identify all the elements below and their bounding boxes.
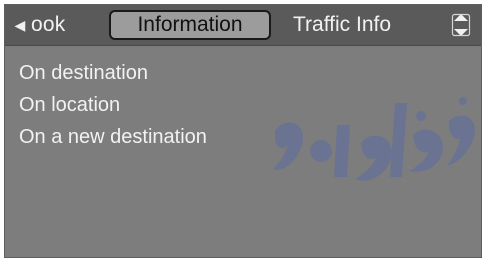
tab-previous[interactable]: ◀ ook (11, 11, 66, 39)
scroll-control[interactable] (447, 9, 475, 41)
watermark-logo (273, 97, 475, 181)
menu-item-on-new-destination[interactable]: On a new destination (19, 121, 207, 153)
navigation-info-screen: ◀ ook Information Traffic Info On destin… (4, 4, 482, 258)
tab-bar: ◀ ook Information Traffic Info (5, 5, 481, 46)
up-down-scroll-icon (451, 13, 471, 37)
tab-previous-label: ook (31, 13, 66, 36)
information-menu: On destination On location On a new dest… (19, 57, 207, 153)
menu-item-on-destination[interactable]: On destination (19, 57, 207, 89)
tab-traffic-info-label: Traffic Info (293, 13, 392, 36)
tab-information[interactable]: Information (109, 10, 271, 40)
menu-item-on-location[interactable]: On location (19, 89, 207, 121)
left-arrow-icon: ◀ (14, 16, 26, 33)
tab-traffic-info[interactable]: Traffic Info (293, 11, 391, 39)
tab-information-label: Information (137, 13, 243, 36)
